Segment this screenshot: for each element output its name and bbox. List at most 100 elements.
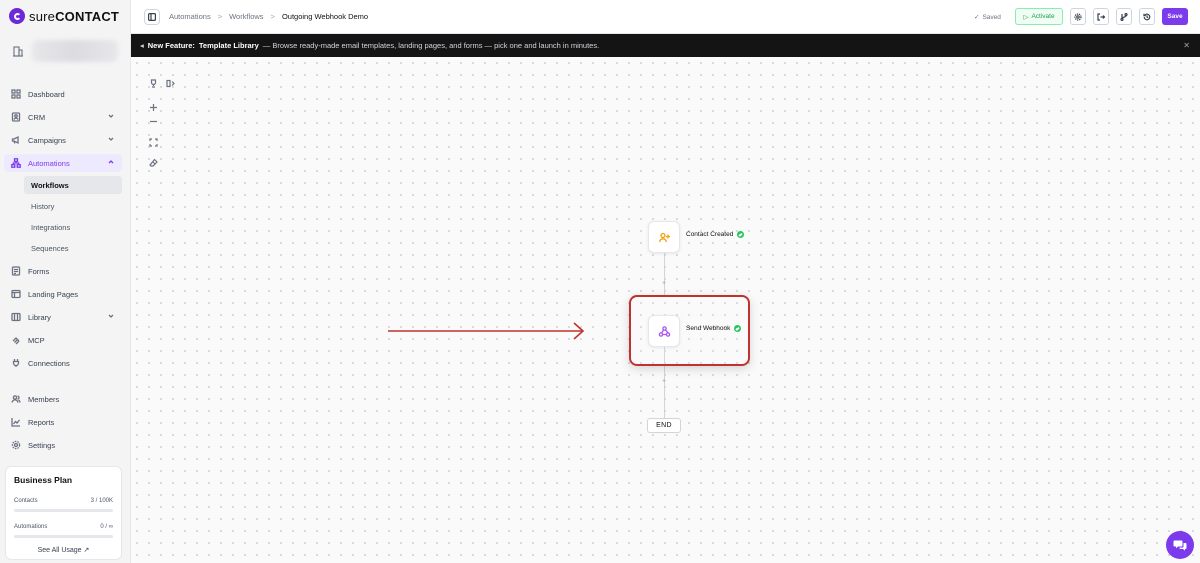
test-run-icon xyxy=(165,79,175,87)
contacts-book-icon xyxy=(11,112,21,122)
action-node-send-webhook[interactable] xyxy=(648,315,680,347)
sidebar-item-label: Landing Pages xyxy=(28,289,79,299)
sidebar-subitem-integrations[interactable]: Integrations xyxy=(24,218,122,236)
sidebar: sureCONTACT Dashboard CRM Campaigns Auto… xyxy=(0,0,131,563)
workflow-settings-button[interactable] xyxy=(1070,8,1086,25)
check-circle-icon xyxy=(734,325,742,332)
trigger-label-text: Contact Created xyxy=(686,231,734,238)
sidebar-item-forms[interactable]: Forms xyxy=(4,262,122,280)
sidebar-subitem-history[interactable]: History xyxy=(24,197,122,215)
user-plus-icon xyxy=(658,232,670,242)
contacts-usage-label: Contacts xyxy=(14,498,38,504)
sidebar-item-campaigns[interactable]: Campaigns xyxy=(4,131,122,149)
fullscreen-icon xyxy=(148,137,158,147)
close-icon[interactable]: ✕ xyxy=(1183,41,1190,50)
zoom-out-button[interactable] xyxy=(145,114,161,128)
sidebar-item-label: Forms xyxy=(28,266,50,276)
sidebar-item-label: Members xyxy=(28,394,60,404)
logo-text-light: sure xyxy=(29,8,56,24)
sidebar-item-landing-pages[interactable]: Landing Pages xyxy=(4,285,122,303)
node-picker-button[interactable] xyxy=(145,76,161,90)
trigger-node-label[interactable]: Contact Created xyxy=(686,231,745,238)
megaphone-icon xyxy=(11,135,19,145)
trigger-node-contact-created[interactable] xyxy=(648,221,680,253)
minus-icon xyxy=(149,120,157,122)
building-icon xyxy=(13,46,23,57)
sidebar-item-label: Campaigns xyxy=(28,135,66,145)
breadcrumb-automations[interactable]: Automations xyxy=(169,12,211,21)
contacts-usage-bar xyxy=(14,509,113,512)
sidebar-item-label: Connections xyxy=(28,358,70,368)
contacts-usage-row: Contacts 3 / 100K xyxy=(14,498,113,504)
action-node-label[interactable]: Send Webhook xyxy=(686,325,742,332)
zoom-in-button[interactable] xyxy=(145,100,161,114)
chevron-down-icon xyxy=(108,314,114,318)
end-node: END xyxy=(647,418,681,433)
banner-prefix: New Feature: xyxy=(147,41,195,50)
banner-title[interactable]: Template Library xyxy=(199,41,259,50)
breadcrumb: Automations > Workflows > Outgoing Webho… xyxy=(169,12,368,21)
activate-button[interactable]: ▷ Activate xyxy=(1015,8,1063,25)
sidebar-item-crm[interactable]: CRM xyxy=(4,108,122,126)
workspace-switcher[interactable] xyxy=(12,40,118,62)
users-icon xyxy=(11,395,21,403)
dashboard-icon xyxy=(11,89,21,99)
sidebar-item-members[interactable]: Members xyxy=(4,390,122,408)
check-icon: ✓ xyxy=(974,14,980,21)
panel-icon xyxy=(148,13,156,21)
history-button[interactable] xyxy=(1139,8,1155,25)
chart-line-icon xyxy=(11,418,20,427)
plug-icon xyxy=(12,359,20,367)
breadcrumb-separator: > xyxy=(270,12,275,21)
sidebar-item-settings[interactable]: Settings xyxy=(4,436,122,454)
exit-button[interactable] xyxy=(1093,8,1109,25)
form-icon xyxy=(11,266,21,276)
sidebar-item-reports[interactable]: Reports xyxy=(4,413,122,431)
sidebar-item-dashboard[interactable]: Dashboard xyxy=(4,85,122,103)
webhook-icon xyxy=(658,325,670,337)
support-chat-button[interactable] xyxy=(1166,531,1194,559)
gear-icon xyxy=(11,440,21,450)
branch-icon xyxy=(1120,12,1128,21)
automations-usage-label: Automations xyxy=(14,524,48,530)
toggle-sidebar-button[interactable] xyxy=(144,9,160,25)
sidebar-item-library[interactable]: Library xyxy=(4,308,122,326)
play-test-button[interactable] xyxy=(162,76,178,90)
eraser-icon xyxy=(148,158,158,167)
fit-view-button[interactable] xyxy=(145,135,161,149)
contacts-usage-value: 3 / 100K xyxy=(90,498,113,504)
clear-button[interactable] xyxy=(145,155,161,169)
trophy-icon xyxy=(150,78,156,88)
sidebar-subitem-workflows[interactable]: Workflows xyxy=(24,176,122,194)
banner-text: — Browse ready-made email templates, lan… xyxy=(262,41,600,50)
library-icon xyxy=(11,312,21,322)
sidebar-item-label: Automations xyxy=(28,158,70,168)
layout-icon xyxy=(11,289,21,299)
plus-icon xyxy=(149,103,157,111)
exit-icon xyxy=(1097,12,1105,21)
plan-title: Business Plan xyxy=(14,475,73,485)
play-icon: ▷ xyxy=(1023,13,1029,21)
check-circle-icon xyxy=(737,231,745,238)
breadcrumb-workflows[interactable]: Workflows xyxy=(229,12,263,21)
brand-logo[interactable]: sureCONTACT xyxy=(9,8,119,24)
breadcrumb-current: Outgoing Webhook Demo xyxy=(281,12,369,21)
sidebar-item-label: MCP xyxy=(28,335,45,345)
add-step-icon[interactable]: + xyxy=(660,280,668,288)
sidebar-item-mcp[interactable]: MCP xyxy=(4,331,122,349)
automation-flow-icon xyxy=(11,158,21,168)
branch-button[interactable] xyxy=(1116,8,1132,25)
save-button[interactable]: Save xyxy=(1162,8,1188,25)
sidebar-item-connections[interactable]: Connections xyxy=(4,354,122,372)
logo-icon xyxy=(9,8,25,24)
automations-usage-bar xyxy=(14,535,113,538)
add-step-icon[interactable]: + xyxy=(660,378,668,386)
top-bar: Automations > Workflows > Outgoing Webho… xyxy=(131,0,1200,34)
breadcrumb-separator: > xyxy=(217,12,223,21)
sidebar-item-label: Dashboard xyxy=(28,89,65,99)
sidebar-subitem-sequences[interactable]: Sequences xyxy=(24,239,122,257)
chevron-down-icon xyxy=(108,137,114,141)
sidebar-item-automations[interactable]: Automations xyxy=(4,154,122,172)
see-all-usage-link[interactable]: See All Usage ↗ xyxy=(6,546,121,554)
sidebar-item-label: CRM xyxy=(28,112,46,122)
